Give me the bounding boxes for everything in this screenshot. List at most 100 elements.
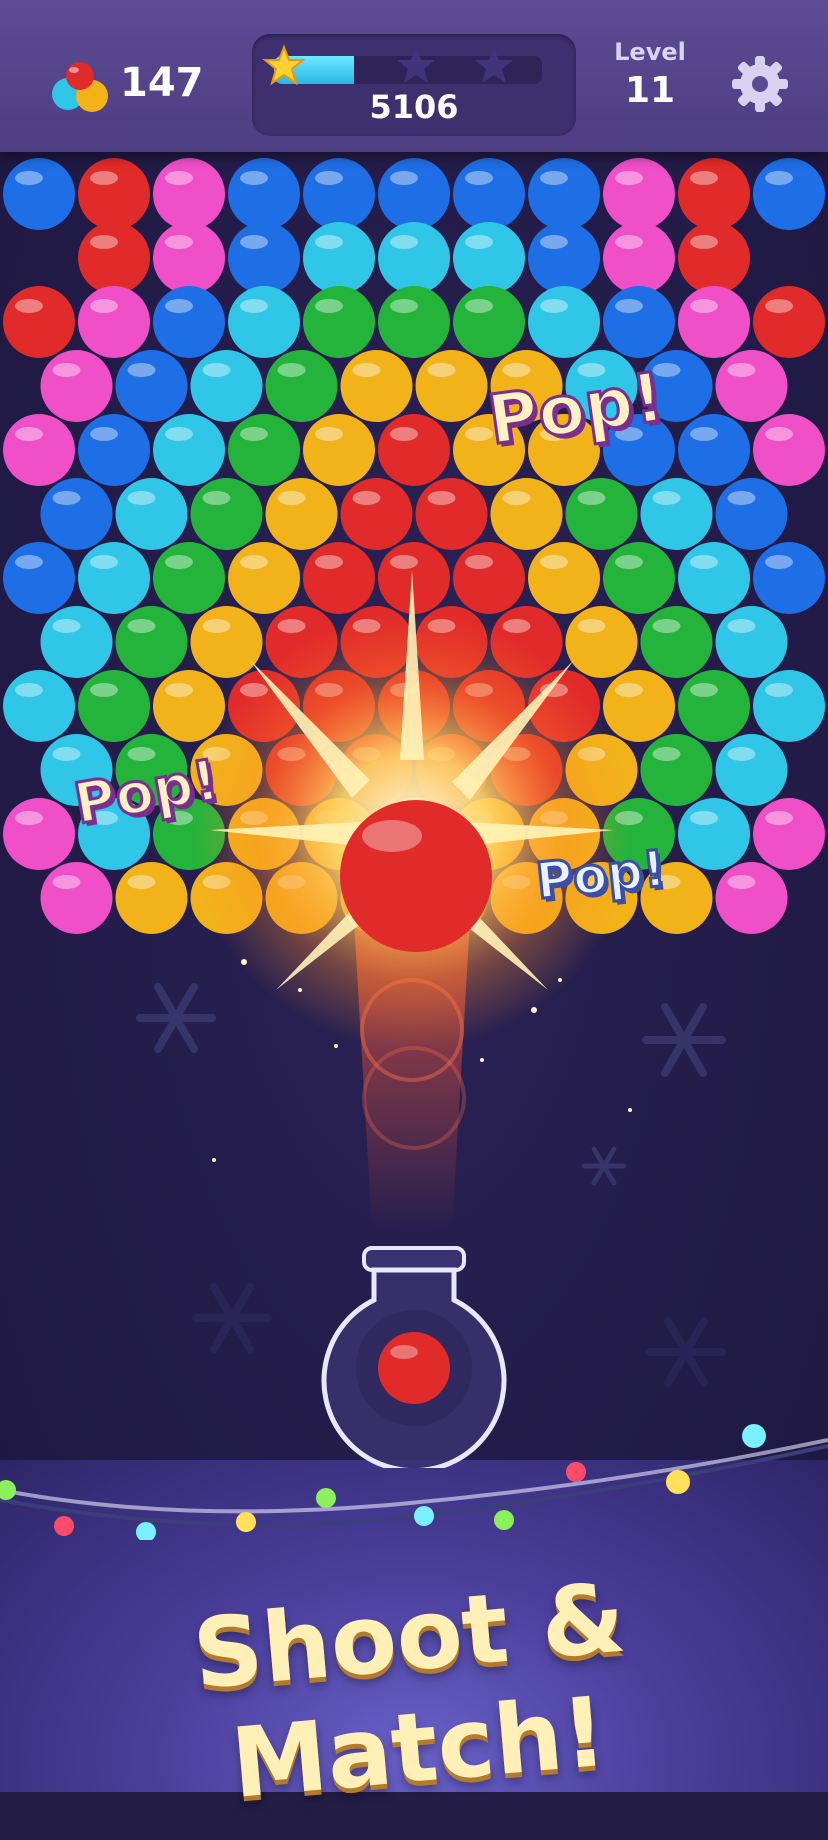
colored-balls-icon xyxy=(52,62,108,112)
bubble xyxy=(78,286,150,358)
bubble xyxy=(603,286,675,358)
bubble xyxy=(678,414,750,486)
bubble xyxy=(528,222,600,294)
bubble xyxy=(678,542,750,614)
bubble xyxy=(303,222,375,294)
bubble xyxy=(340,350,413,422)
bubble xyxy=(228,158,300,230)
bubble xyxy=(40,350,113,422)
bubble xyxy=(3,286,75,358)
bubble xyxy=(490,478,563,550)
bubble xyxy=(228,222,300,294)
bubble xyxy=(3,542,75,614)
bubble xyxy=(753,414,825,486)
bubble xyxy=(303,542,375,614)
bubble xyxy=(415,478,488,550)
bubble xyxy=(640,606,713,678)
bubble xyxy=(303,414,375,486)
score-panel: 5106 xyxy=(252,34,576,136)
bubble xyxy=(753,286,825,358)
bubble xyxy=(3,798,75,870)
bubble xyxy=(228,286,300,358)
bubble xyxy=(115,350,188,422)
bubble xyxy=(603,158,675,230)
bubble xyxy=(265,350,338,422)
bubble xyxy=(78,414,150,486)
bubble xyxy=(3,158,75,230)
bubble xyxy=(603,222,675,294)
bubble xyxy=(640,478,713,550)
bubble xyxy=(603,670,675,742)
bubble xyxy=(528,286,600,358)
bubble xyxy=(3,414,75,486)
bubble xyxy=(3,670,75,742)
bubble xyxy=(528,542,600,614)
bubble xyxy=(678,670,750,742)
bubble xyxy=(190,606,263,678)
level-label: Level xyxy=(614,38,686,66)
gear-icon[interactable] xyxy=(728,52,792,116)
bubble xyxy=(78,542,150,614)
star-icon xyxy=(262,44,306,86)
bubble xyxy=(565,478,638,550)
bubble xyxy=(715,478,788,550)
bubble xyxy=(378,414,450,486)
bubble xyxy=(678,222,750,294)
level-number: 11 xyxy=(624,70,676,111)
bubble xyxy=(753,542,825,614)
bubble xyxy=(78,222,150,294)
bubble xyxy=(715,350,788,422)
bubble xyxy=(715,606,788,678)
top-hud: 147 5106 Level 11 xyxy=(0,0,828,152)
bubble xyxy=(603,542,675,614)
bubble xyxy=(678,286,750,358)
string-lights xyxy=(0,1424,828,1540)
bubble xyxy=(153,158,225,230)
bubble xyxy=(115,478,188,550)
bubble xyxy=(340,478,413,550)
balls-count-value: 147 xyxy=(120,60,204,106)
bubble xyxy=(78,158,150,230)
bubble xyxy=(678,798,750,870)
bubble xyxy=(153,222,225,294)
bubble xyxy=(415,350,488,422)
balls-counter: 147 xyxy=(48,58,204,118)
bubble xyxy=(453,542,525,614)
bubble xyxy=(378,158,450,230)
bubble xyxy=(303,158,375,230)
bubble xyxy=(753,798,825,870)
bubble xyxy=(715,734,788,806)
bubble xyxy=(265,478,338,550)
bubble xyxy=(640,734,713,806)
bubble xyxy=(753,158,825,230)
bubble xyxy=(303,286,375,358)
bubble xyxy=(78,670,150,742)
bubble xyxy=(453,158,525,230)
bubble xyxy=(715,862,788,934)
bubble xyxy=(153,670,225,742)
bubble xyxy=(378,286,450,358)
bubble xyxy=(528,158,600,230)
bubble xyxy=(40,862,113,934)
bubble xyxy=(453,286,525,358)
star-empty-icon xyxy=(397,47,435,83)
bubble xyxy=(153,286,225,358)
bubble xyxy=(40,478,113,550)
bubble xyxy=(115,862,188,934)
score-value: 5106 xyxy=(369,88,459,126)
star-empty-icon xyxy=(475,47,513,83)
bubble xyxy=(453,222,525,294)
next-bubble xyxy=(378,1332,450,1404)
bubble xyxy=(115,606,188,678)
bubble xyxy=(228,414,300,486)
bubble xyxy=(753,670,825,742)
bubble xyxy=(153,542,225,614)
bubble xyxy=(678,158,750,230)
bubble xyxy=(190,350,263,422)
bubble xyxy=(378,222,450,294)
bubble xyxy=(190,478,263,550)
bubble xyxy=(565,606,638,678)
bubble xyxy=(228,542,300,614)
bubble xyxy=(153,414,225,486)
shot-bubble xyxy=(340,800,492,952)
